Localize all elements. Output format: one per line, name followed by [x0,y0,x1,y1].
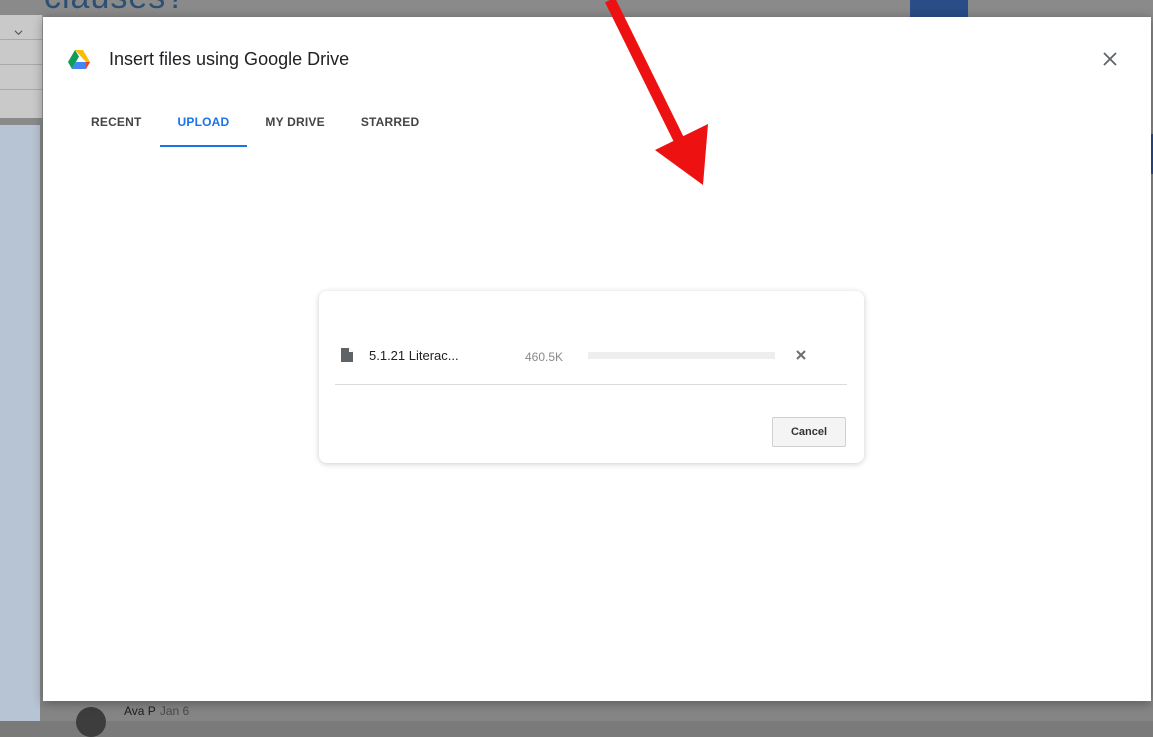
close-icon[interactable] [1098,47,1122,71]
remove-icon[interactable] [795,349,807,361]
background-footer [40,702,1153,721]
background-blue-tab [910,0,968,18]
cancel-button[interactable]: Cancel [772,417,846,447]
tab-starred[interactable]: STARRED [343,105,438,145]
divider [335,384,847,385]
tab-upload[interactable]: UPLOAD [159,105,248,147]
avatar [76,707,106,737]
background-left-panel [0,125,40,721]
upload-progress-bar [588,352,775,359]
file-icon [341,348,353,362]
author-name: Ava P [124,704,156,718]
annotation-arrow-icon [605,0,708,185]
tab-my-drive[interactable]: MY DRIVE [247,105,342,145]
file-size: 460.5K [525,350,564,364]
background-heading: clauses? [44,0,186,17]
file-name: 5.1.21 Literac... [369,348,459,363]
comment-date: Jan 6 [159,704,190,718]
upload-card: 5.1.21 Literac... 460.5K Cancel [319,291,864,463]
comment-author: Ava P Jan 6 [124,704,189,718]
google-drive-icon [68,50,90,69]
dialog-title: Insert files using Google Drive [109,49,350,69]
tab-recent[interactable]: RECENT [73,105,160,145]
tab-bar: RECENT UPLOAD MY DRIVE STARRED [73,105,437,147]
upload-file-row: 5.1.21 Literac... 460.5K [319,336,864,384]
chevron-down-icon [14,30,23,36]
